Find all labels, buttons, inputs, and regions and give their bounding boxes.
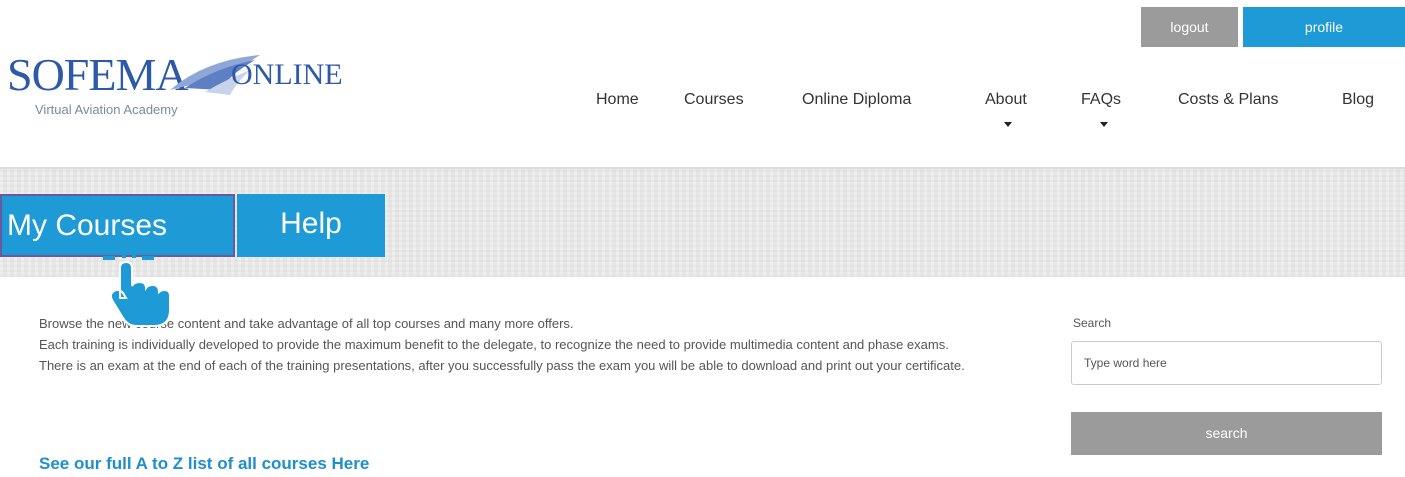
- nav-home[interactable]: Home: [596, 91, 639, 109]
- intro-text: Browse the new course content and take a…: [39, 313, 1039, 376]
- pointer-hand-icon: [103, 248, 171, 327]
- atoz-courses-link[interactable]: See our full A to Z list of all courses …: [39, 454, 369, 474]
- search-label: Search: [1073, 316, 1112, 330]
- search-button[interactable]: search: [1071, 412, 1382, 455]
- tabs-banner: My Courses Help: [0, 167, 1405, 277]
- faqs-caret-icon: [1100, 122, 1108, 127]
- logo-main-text: SOFEMA: [7, 49, 189, 100]
- profile-button[interactable]: profile: [1243, 7, 1405, 47]
- nav-faqs[interactable]: FAQs: [1081, 91, 1121, 109]
- nav-online-diploma[interactable]: Online Diploma: [802, 91, 911, 109]
- logo-tagline: Virtual Aviation Academy: [35, 102, 178, 117]
- intro-line-3: There is an exam at the end of each of t…: [39, 358, 965, 373]
- logout-button[interactable]: logout: [1141, 7, 1238, 47]
- page: logout profile SOFEMA ONLINE Virtual Avi…: [0, 0, 1405, 477]
- tab-help[interactable]: Help: [237, 194, 385, 257]
- nav-about[interactable]: About: [985, 91, 1027, 109]
- search-input[interactable]: [1071, 341, 1382, 385]
- nav-costs-plans[interactable]: Costs & Plans: [1178, 91, 1278, 109]
- nav-courses[interactable]: Courses: [684, 91, 744, 109]
- intro-line-2: Each training is individually developed …: [39, 337, 949, 352]
- sofema-logo[interactable]: SOFEMA ONLINE Virtual Aviation Academy: [5, 48, 343, 128]
- intro-line-1: Browse the new course content and take a…: [39, 316, 574, 331]
- nav-blog[interactable]: Blog: [1342, 91, 1374, 109]
- logo-online-text: ONLINE: [231, 58, 343, 91]
- about-caret-icon: [1004, 122, 1012, 127]
